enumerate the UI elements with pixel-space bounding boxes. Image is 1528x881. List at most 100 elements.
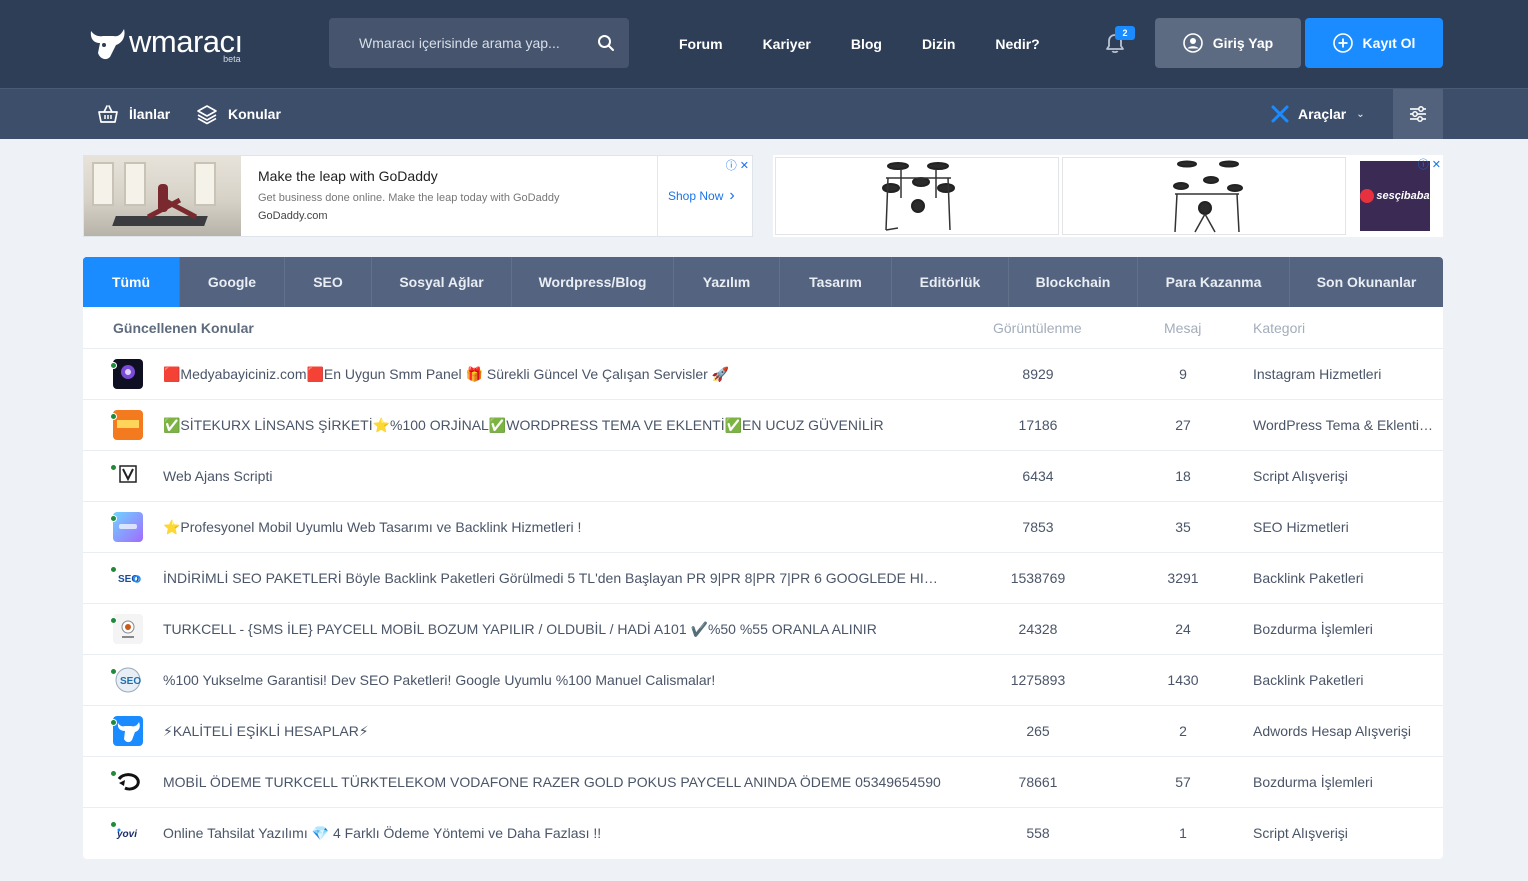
avatar[interactable] [113, 410, 143, 440]
settings-sliders-button[interactable] [1393, 89, 1443, 139]
avatar[interactable]: SEO [113, 665, 143, 695]
sub-nav: İlanlar Konular Araçlar ⌄ [0, 88, 1528, 139]
topic-category-link[interactable]: Script Alışverişi [1253, 468, 1435, 484]
category-tabs: Tümü Google SEO Sosyal Ağlar Wordpress/B… [83, 257, 1443, 307]
topic-title-link[interactable]: Web Ajans Scripti [163, 468, 943, 484]
login-button[interactable]: Giriş Yap [1155, 18, 1301, 68]
chevron-right-icon: › [729, 187, 735, 204]
ad-product-drum-kit-2[interactable] [1062, 157, 1346, 235]
table-row[interactable]: ⭐Profesyonel Mobil Uyumlu Web Tasarımı v… [83, 502, 1443, 553]
topic-messages: 2 [1179, 723, 1187, 739]
topic-category-link[interactable]: WordPress Tema & Eklenti Alışverişi [1253, 417, 1435, 433]
tab-recently-read[interactable]: Son Okunanlar [1290, 257, 1443, 307]
topic-title-link[interactable]: TURKCELL - {SMS İLE} PAYCELL MOBİL BOZUM… [163, 621, 943, 638]
topic-views: 265 [1026, 723, 1050, 739]
topic-views: 558 [1026, 825, 1050, 841]
ad-product-drum-kit-1[interactable] [775, 157, 1059, 235]
logo-beta-tag: beta [223, 54, 241, 64]
topic-category-link[interactable]: Script Alışverişi [1253, 825, 1435, 841]
online-indicator [110, 515, 117, 522]
tab-design[interactable]: Tasarım [780, 257, 892, 307]
plus-circle-icon [1332, 33, 1353, 53]
topic-category-link[interactable]: Bozdurma İşlemleri [1253, 621, 1435, 637]
topic-category-link[interactable]: Backlink Paketleri [1253, 672, 1435, 688]
table-row[interactable]: ⚡KALİTELİ EŞİKLİ HESAPLAR⚡ 265 2 Adwords… [83, 706, 1443, 757]
nav-kariyer[interactable]: Kariyer [763, 36, 811, 52]
search-icon[interactable] [597, 34, 615, 52]
search-input[interactable] [359, 35, 589, 51]
tools-label: Araçlar [1298, 106, 1347, 122]
drum-kit-icon [1173, 160, 1243, 233]
avatar[interactable] [113, 716, 143, 746]
tab-editorial[interactable]: Editörlük [892, 257, 1009, 307]
nav-nedir[interactable]: Nedir? [995, 36, 1039, 52]
ad-close-icon[interactable]: ⓘ ✕ [1418, 156, 1441, 172]
chevron-down-icon: ⌄ [1356, 108, 1365, 120]
topic-title-link[interactable]: Online Tahsilat Yazılımı 💎 4 Farklı Ödem… [163, 825, 943, 842]
ad-title: Make the leap with GoDaddy [258, 168, 438, 184]
topic-category-link[interactable]: SEO Hizmetleri [1253, 519, 1435, 535]
purple-orb-icon [121, 365, 135, 379]
table-row[interactable]: SEO İNDİRİMLİ SEO PAKETLERİ Böyle Backli… [83, 553, 1443, 604]
subnav-topics[interactable]: Konular [196, 89, 281, 139]
avatar[interactable] [113, 767, 143, 797]
nav-dizin[interactable]: Dizin [922, 36, 955, 52]
topic-title-link[interactable]: MOBİL ÖDEME TURKCELL TÜRKTELEKOM VODAFON… [163, 774, 943, 790]
topic-category-link[interactable]: Backlink Paketleri [1253, 570, 1435, 586]
register-button[interactable]: Kayıt Ol [1305, 18, 1443, 68]
topic-title-link[interactable]: %100 Yukselme Garantisi! Dev SEO Paketle… [163, 672, 943, 688]
topic-messages: 24 [1175, 621, 1191, 637]
topic-title-link[interactable]: ⚡KALİTELİ EŞİKLİ HESAPLAR⚡ [163, 723, 943, 740]
column-header-messages: Mesaj [1164, 320, 1202, 336]
tab-blockchain[interactable]: Blockchain [1009, 257, 1138, 307]
online-indicator [110, 362, 117, 369]
avatar[interactable]: yovi [113, 818, 143, 848]
table-row[interactable]: MOBİL ÖDEME TURKCELL TÜRKTELEKOM VODAFON… [83, 757, 1443, 808]
topic-category-link[interactable]: Bozdurma İşlemleri [1253, 774, 1435, 790]
online-indicator [110, 617, 117, 624]
tab-earn-money[interactable]: Para Kazanma [1138, 257, 1290, 307]
tab-google[interactable]: Google [180, 257, 285, 307]
tab-seo[interactable]: SEO [285, 257, 372, 307]
bull-logo-icon [90, 29, 125, 60]
avatar[interactable] [113, 614, 143, 644]
topic-category-link[interactable]: Adwords Hesap Alışverişi [1253, 723, 1435, 739]
tab-software[interactable]: Yazılım [674, 257, 780, 307]
avatar[interactable]: SEO [113, 563, 143, 593]
nav-blog[interactable]: Blog [851, 36, 882, 52]
online-indicator [110, 668, 117, 675]
tools-dropdown[interactable]: Araçlar ⌄ [1271, 89, 1365, 139]
topic-messages: 3291 [1167, 570, 1199, 586]
topic-title-link[interactable]: ⭐Profesyonel Mobil Uyumlu Web Tasarımı v… [163, 519, 943, 536]
table-row[interactable]: SEO %100 Yukselme Garantisi! Dev SEO Pak… [83, 655, 1443, 706]
ad-domain: GoDaddy.com [258, 210, 328, 222]
tab-wordpress[interactable]: Wordpress/Blog [512, 257, 674, 307]
subnav-listings-label: İlanlar [129, 106, 171, 122]
avatar[interactable] [113, 461, 143, 491]
subnav-listings[interactable]: İlanlar [97, 89, 170, 139]
table-row[interactable]: ✅SİTEKURX LİNSANS ŞİRKETİ⭐%100 ORJİNAL✅W… [83, 400, 1443, 451]
subnav-topics-label: Konular [228, 106, 281, 122]
topic-title-link[interactable]: 🟥Medyabayiciniz.com🟥En Uygun Smm Panel 🎁… [163, 366, 943, 383]
tab-all[interactable]: Tümü [83, 257, 180, 307]
table-row[interactable]: Web Ajans Scripti 6434 18 Script Alışver… [83, 451, 1443, 502]
ad-brand-name: sesçibaba [1376, 190, 1430, 202]
topic-category-link[interactable]: Instagram Hizmetleri [1253, 366, 1435, 382]
table-row[interactable]: TURKCELL - {SMS İLE} PAYCELL MOBİL BOZUM… [83, 604, 1443, 655]
topic-title-link[interactable]: ✅SİTEKURX LİNSANS ŞİRKETİ⭐%100 ORJİNAL✅W… [163, 417, 943, 434]
online-indicator [110, 413, 117, 420]
notification-badge: 2 [1115, 26, 1135, 40]
topic-title-link[interactable]: İNDİRİMLİ SEO PAKETLERİ Böyle Backlink P… [163, 570, 943, 586]
online-indicator [110, 821, 117, 828]
nav-forum[interactable]: Forum [679, 36, 723, 52]
avatar[interactable] [113, 512, 143, 542]
tab-social[interactable]: Sosyal Ağlar [372, 257, 512, 307]
ad-banner-drums[interactable]: sesçibaba ⓘ ✕ [773, 155, 1443, 237]
ad-banner-godaddy[interactable]: Make the leap with GoDaddy Get business … [83, 155, 753, 237]
avatar[interactable] [113, 359, 143, 389]
ad-close-icon[interactable]: ⓘ ✕ [726, 157, 749, 173]
site-logo[interactable]: wmaracı beta [88, 22, 243, 64]
drum-kit-icon [882, 162, 955, 231]
table-row[interactable]: 🟥Medyabayiciniz.com🟥En Uygun Smm Panel 🎁… [83, 349, 1443, 400]
table-row[interactable]: yovi Online Tahsilat Yazılımı 💎 4 Farklı… [83, 808, 1443, 859]
